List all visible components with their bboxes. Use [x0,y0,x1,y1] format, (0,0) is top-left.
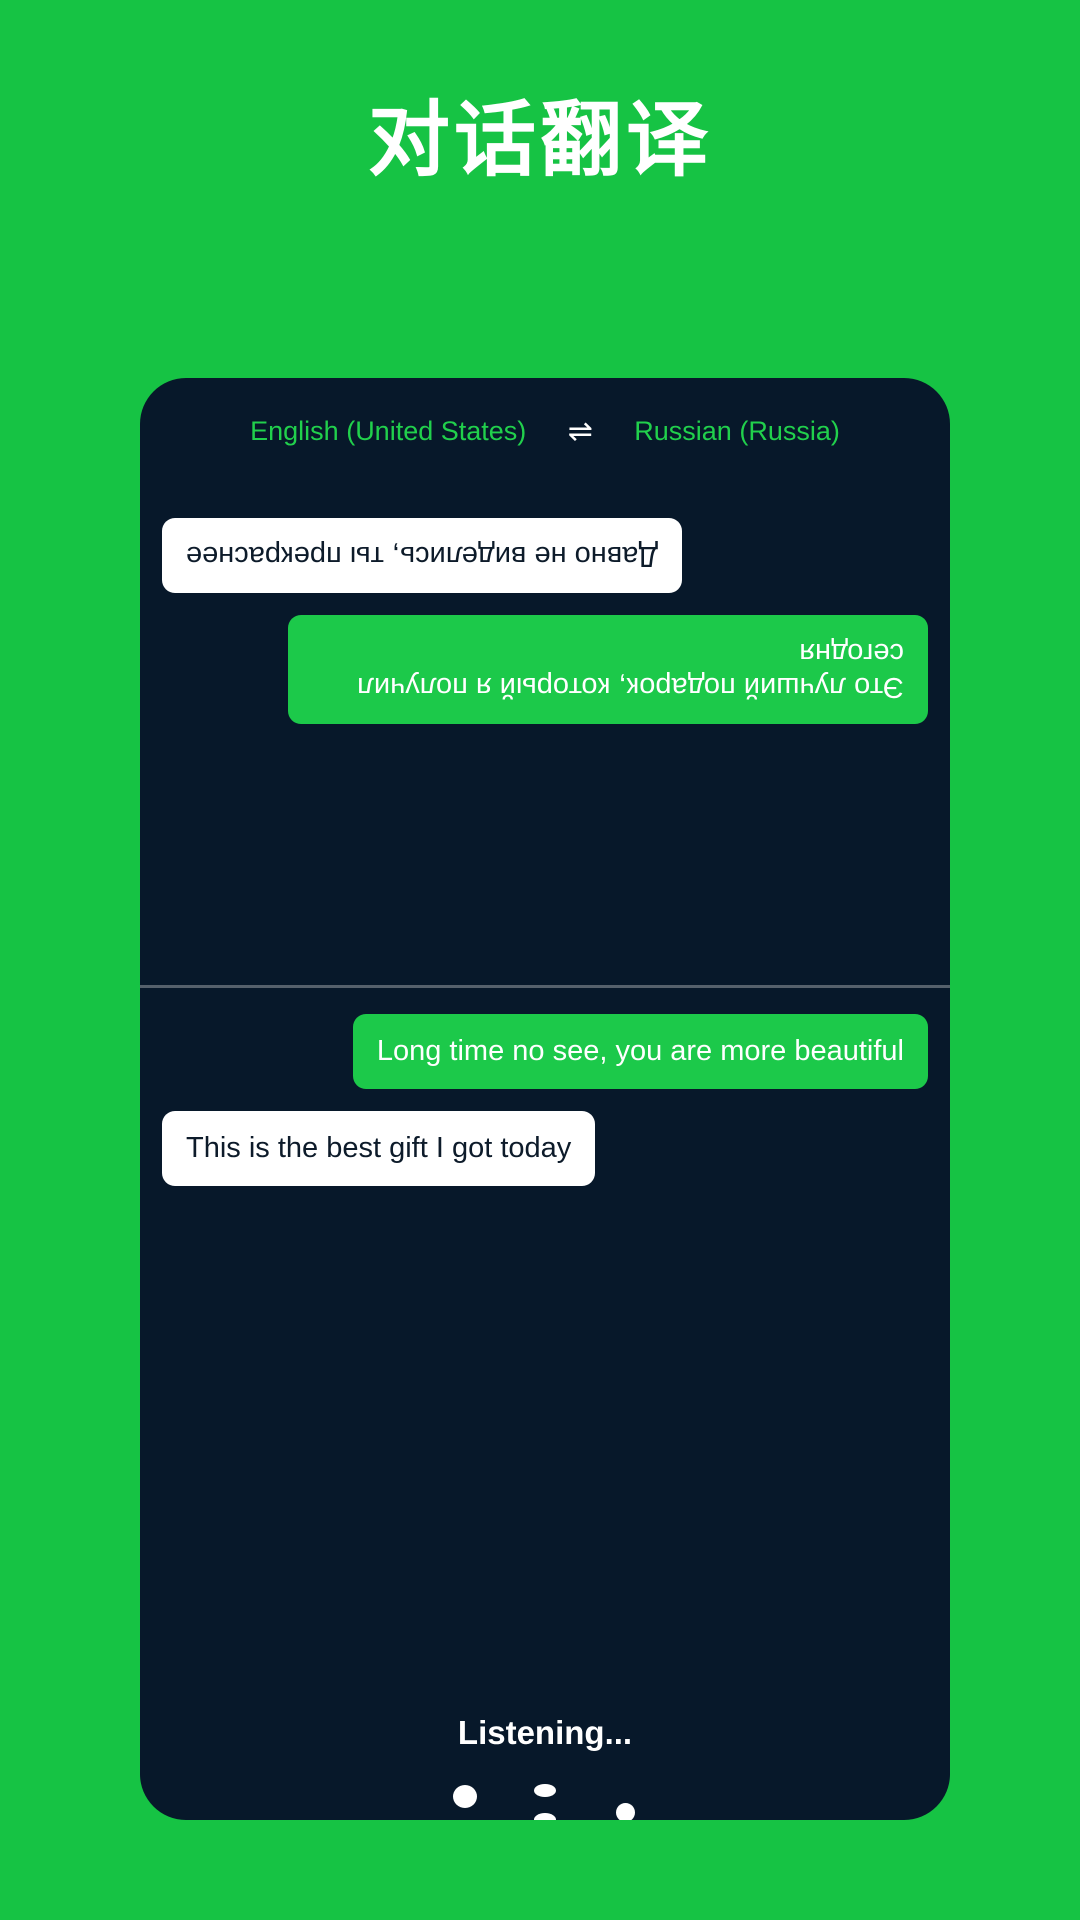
waveform-column [425,1776,505,1820]
audio-waveform [140,1776,950,1820]
waveform-column [505,1776,585,1820]
conversation-pane-bottom: Long time no see, you are more beautiful… [140,988,950,1468]
waveform-dot [615,1803,635,1820]
conversation-pane-top: Это лучший подарок, который я получил се… [140,478,950,978]
page-title: 对话翻译 [367,95,712,186]
waveform-dot [375,1819,395,1820]
waveform-column [665,1776,745,1820]
message-bubble: This is the best gift I got today [162,1110,596,1186]
source-language-label[interactable]: English (United States) [250,416,526,447]
message-bubble: Long time no see, you are more beautiful [352,1014,928,1089]
swap-arrows-icon[interactable]: ⇌ [560,416,600,447]
waveform-column [585,1776,665,1820]
target-language-label[interactable]: Russian (Russia) [634,416,840,447]
language-selector-bar: English (United States) ⇌ Russian (Russi… [140,416,950,447]
message-bubble: Это лучший подарок, который я получил се… [288,614,928,725]
waveform-dot [534,1813,556,1820]
waveform-column [265,1776,345,1820]
waveform-column [345,1776,425,1820]
translation-app-card: English (United States) ⇌ Russian (Russi… [140,378,950,1820]
waveform-column [745,1776,825,1820]
message-bubble: Давно не виделись, ты прекраснее [162,518,682,593]
waveform-dot [534,1784,556,1798]
waveform-dot [453,1785,477,1808]
listening-status-text: Listening... [457,1714,633,1751]
